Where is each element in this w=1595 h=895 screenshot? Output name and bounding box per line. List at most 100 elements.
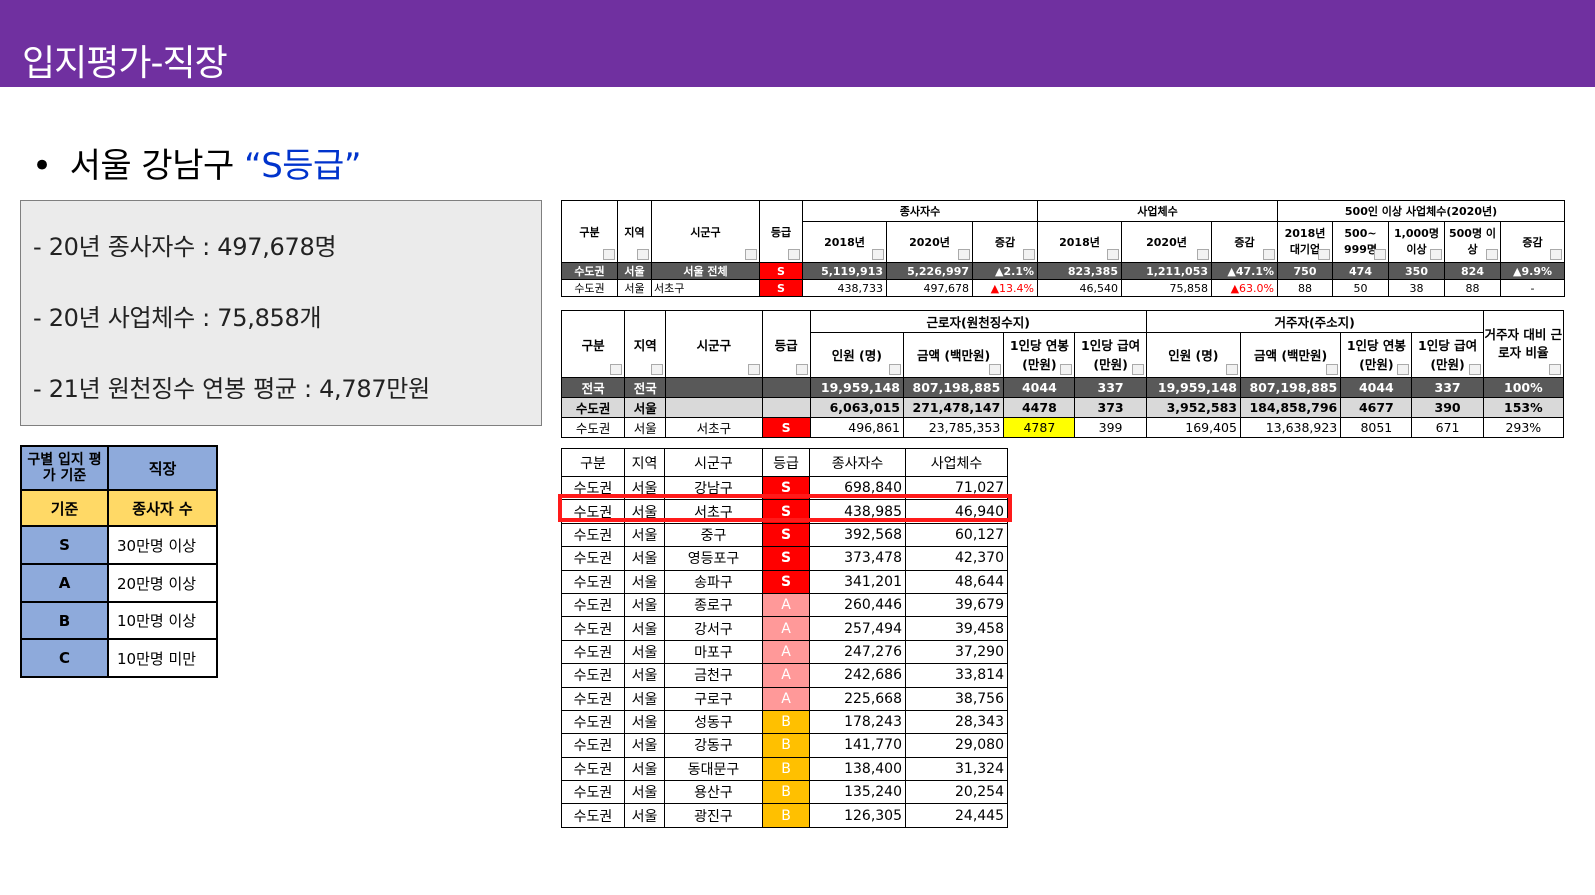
filter-header[interactable]: 증감 (1211, 221, 1278, 263)
cell: 46,540 (1037, 279, 1122, 297)
workers-cell: 257,494 (809, 616, 906, 641)
cell: 19,959,148 (1145, 377, 1241, 398)
column-header: 시군구 (664, 448, 763, 477)
filter-header[interactable]: 1,000명 이상 (1388, 221, 1445, 263)
criteria-threshold: 30만명 이상 (107, 525, 218, 565)
filter-header[interactable]: 시군구 (665, 310, 763, 378)
summary-businesses: - 20년 사업체수 : 75,858개 (33, 304, 322, 332)
filter-header[interactable]: 지역 (617, 200, 652, 263)
filter-header[interactable]: 1인당 급여 (만원) (1074, 332, 1147, 378)
grade-badge: A (762, 663, 810, 688)
filter-header[interactable]: 증감 (1499, 221, 1566, 263)
cell: 5,226,997 (886, 262, 973, 280)
table-row: 수도권 서울 광진구 B 126,305 24,445 (561, 803, 1008, 828)
region-cell: 서울 (624, 569, 665, 594)
grade-badge: B (762, 756, 810, 782)
district-cell: 구로구 (664, 686, 763, 711)
filter-header[interactable]: 2020년 (886, 221, 973, 263)
salary-highlight-cell: 4787 (1003, 417, 1076, 438)
grade-badge: S (759, 262, 803, 280)
business-cell: 42,370 (905, 546, 1008, 571)
grade-badge: A (762, 639, 810, 665)
table-row: 수도권 서울 마포구 A 247,276 37,290 (561, 639, 1008, 665)
workers-cell: 126,305 (809, 803, 906, 828)
filter-header[interactable]: 1인당 급여 (만원) (1411, 332, 1484, 378)
cell: 75,858 (1121, 279, 1212, 297)
criteria-grade: S (20, 525, 109, 565)
filter-header[interactable]: 2018년 대기업 (1277, 221, 1333, 263)
region-cell: 서울 (624, 803, 665, 828)
table-row: 수도권 서울 금천구 A 242,686 33,814 (561, 663, 1008, 688)
table-row: 수도권 서울 동대문구 B 138,400 31,324 (561, 756, 1008, 782)
cell: 438,733 (802, 279, 887, 297)
filter-header[interactable]: 등급 (759, 200, 803, 263)
region-group-cell: 수도권 (561, 522, 625, 548)
headline: • 서울 강남구 “S등급” (32, 138, 361, 187)
filter-header[interactable]: 구분 (561, 200, 618, 263)
cell: 474 (1332, 262, 1389, 280)
region-group-cell: 수도권 (561, 569, 625, 594)
group-header: 거주자(주소지) (1145, 310, 1484, 333)
cell (665, 377, 763, 398)
table-row: 수도권 서울 강서구 A 257,494 39,458 (561, 616, 1008, 641)
filter-header[interactable]: 등급 (761, 310, 811, 378)
summary-salary: - 21년 원천징수 연봉 평균 : 4,787만원 (33, 375, 430, 403)
filter-header[interactable]: 인원 (명) (1145, 332, 1241, 378)
filter-header[interactable]: 구분 (560, 310, 626, 378)
cell: 13,638,923 (1239, 417, 1342, 438)
filter-header[interactable]: 500명 이상 (1444, 221, 1501, 263)
cell: 서초구 (665, 417, 763, 438)
region-cell: 서울 (624, 546, 665, 571)
filter-header[interactable]: 1인당 연봉 (만원) (1340, 332, 1413, 378)
grade-badge: S (762, 569, 810, 594)
filter-header[interactable]: 금액 (백만원) (902, 332, 1005, 378)
region-cell: 서울 (624, 756, 665, 782)
cell: 4677 (1340, 397, 1413, 418)
filter-header[interactable]: 2018년 (1037, 221, 1122, 263)
title-bar: 입지평가-직장 (0, 0, 1595, 87)
summary-box: - 20년 종사자수 : 497,678명 - 20년 사업체수 : 75,85… (20, 200, 542, 426)
filter-header[interactable]: 2020년 (1121, 221, 1212, 263)
cell: 서울 (617, 262, 652, 280)
workers-business-table: 구분 지역 시군구 등급 종사자수 사업체수 500인 이상 사업체수(2020… (561, 200, 1566, 297)
change-cell: ▲2.1% (972, 262, 1038, 280)
district-cell: 광진구 (664, 803, 763, 828)
region-cell: 서울 (624, 616, 665, 641)
workers-cell: 135,240 (809, 780, 906, 805)
filter-header[interactable]: 금액 (백만원) (1239, 332, 1342, 378)
grade-badge: S (761, 417, 811, 438)
cell: 807,198,885 (1239, 377, 1342, 398)
filter-header[interactable]: 지역 (624, 310, 667, 378)
cell: 수도권 (561, 279, 618, 297)
cell: 서울 (624, 417, 667, 438)
filter-header[interactable]: 2018년 (802, 221, 887, 263)
column-header: 사업체수 (905, 448, 1008, 477)
business-cell: 60,127 (905, 522, 1008, 548)
cell: 23,785,353 (902, 417, 1005, 438)
cell: 서울 (624, 397, 667, 418)
criteria-header-left: 구별 입지 평가 기준 (20, 445, 109, 491)
region-cell: 서울 (624, 780, 665, 805)
cell: 100% (1482, 377, 1565, 398)
cell: 4044 (1340, 377, 1413, 398)
cell: 390 (1411, 397, 1484, 418)
cell: 4044 (1003, 377, 1076, 398)
slide-title: 입지평가-직장 (22, 43, 228, 84)
grade-badge: B (762, 733, 810, 758)
cell: 50 (1332, 279, 1389, 297)
filter-header[interactable]: 거주자 대비 근로자 비율 (1482, 310, 1565, 378)
cell: 184,858,796 (1239, 397, 1342, 418)
filter-header[interactable]: 1인당 연봉 (만원) (1003, 332, 1076, 378)
cell: 수도권 (560, 397, 626, 418)
workers-cell: 178,243 (809, 709, 906, 735)
district-cell: 강동구 (664, 733, 763, 758)
filter-header[interactable]: 증감 (972, 221, 1038, 263)
filter-header[interactable]: 시군구 (651, 200, 760, 263)
region-group-cell: 수도권 (561, 780, 625, 805)
table-row: 수도권 서울 용산구 B 135,240 20,254 (561, 780, 1008, 805)
column-header: 종사자수 (809, 448, 906, 477)
district-cell: 성동구 (664, 709, 763, 735)
filter-header[interactable]: 500~ 999명 (1332, 221, 1389, 263)
filter-header[interactable]: 인원 (명) (809, 332, 904, 378)
cell: 337 (1074, 377, 1147, 398)
